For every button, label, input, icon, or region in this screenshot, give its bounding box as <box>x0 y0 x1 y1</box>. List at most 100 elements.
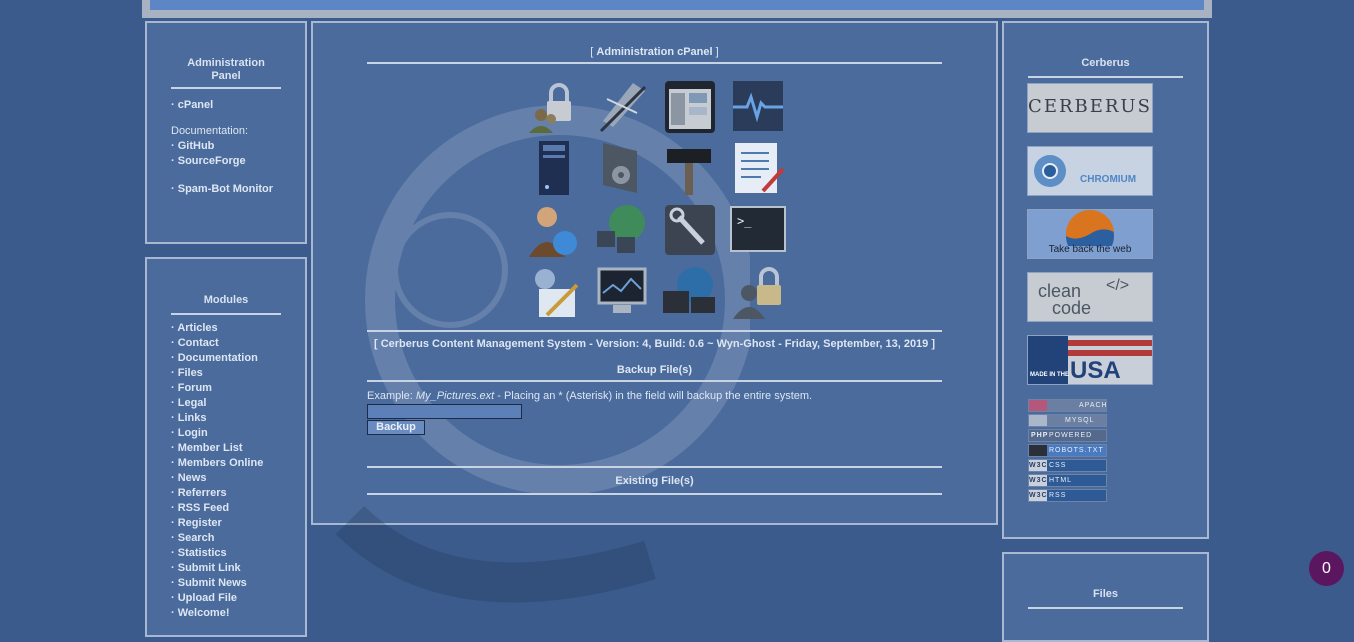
module-link[interactable]: Welcome! <box>178 607 230 619</box>
module-legal[interactable]: · Legal <box>171 396 263 411</box>
wrench-icon[interactable] <box>656 199 724 261</box>
doc-link-sourceforge[interactable]: · SourceForge <box>171 154 246 169</box>
module-submit-link[interactable]: · Submit Link <box>171 561 263 576</box>
backup-button[interactable]: Backup <box>367 420 425 435</box>
clean-code-banner[interactable]: clean code </> <box>1027 272 1153 322</box>
users-lock-icon[interactable] <box>520 75 588 137</box>
php-badge[interactable]: PHP POWERED <box>1028 429 1107 442</box>
module-link[interactable]: Register <box>178 517 222 529</box>
files-panel: Files <box>1002 552 1209 642</box>
cerberus-banner-text: CERBERUS <box>1028 96 1152 117</box>
usa-stripe <box>1068 340 1152 346</box>
settings-folder-icon[interactable] <box>588 137 656 199</box>
mysql-badge[interactable]: MYSQL <box>1028 414 1107 427</box>
module-news[interactable]: · News <box>171 471 263 486</box>
firefox-banner-text: Take back the web <box>1048 244 1132 255</box>
module-link[interactable]: Forum <box>178 382 212 394</box>
clean-code-word2: code <box>1052 298 1092 318</box>
cpanel-header: [ Administration cPanel ] <box>367 46 942 64</box>
user-edit-icon[interactable] <box>520 261 588 323</box>
admin-links: · cPanel <box>171 98 213 113</box>
user-lock-icon[interactable] <box>724 261 792 323</box>
usa-stripe <box>1068 350 1152 356</box>
module-documentation[interactable]: · Documentation <box>171 351 263 366</box>
quill-pen-icon[interactable] <box>588 75 656 137</box>
module-upload-file[interactable]: · Upload File <box>171 591 263 606</box>
module-statistics[interactable]: · Statistics <box>171 546 263 561</box>
module-members-online[interactable]: · Members Online <box>171 456 263 471</box>
cpanel-header-title: Administration cPanel <box>596 46 713 58</box>
badge-label: RSS <box>1049 492 1067 499</box>
badge-label: POWERED <box>1049 432 1093 439</box>
module-search[interactable]: · Search <box>171 531 263 546</box>
clean-code-text: clean code <box>1038 282 1092 318</box>
spam-bot-monitor-link[interactable]: Spam-Bot Monitor <box>178 183 273 195</box>
module-register[interactable]: · Register <box>171 516 263 531</box>
github-link[interactable]: GitHub <box>178 140 215 152</box>
module-link[interactable]: Files <box>178 367 203 379</box>
made-in-usa-banner[interactable]: MADE IN THE USA <box>1027 335 1153 385</box>
activity-monitor-icon[interactable] <box>724 75 792 137</box>
module-link[interactable]: Documentation <box>178 352 258 364</box>
module-link[interactable]: Legal <box>178 397 207 409</box>
module-link[interactable]: Members Online <box>178 457 264 469</box>
module-link[interactable]: Upload File <box>178 592 237 604</box>
module-submit-news[interactable]: · Submit News <box>171 576 263 591</box>
text-document-icon[interactable] <box>724 137 792 199</box>
doc-link-github[interactable]: · GitHub <box>171 139 246 154</box>
modules-title: Modules <box>171 294 281 315</box>
module-link[interactable]: Login <box>178 427 208 439</box>
apache-feather-icon <box>1029 400 1047 411</box>
module-member-list[interactable]: · Member List <box>171 441 263 456</box>
module-link[interactable]: Submit Link <box>178 562 241 574</box>
module-link[interactable]: Links <box>178 412 207 424</box>
module-links[interactable]: · Links <box>171 411 263 426</box>
chromium-banner[interactable]: CHROMIUM <box>1027 146 1153 196</box>
module-link[interactable]: Contact <box>178 337 219 349</box>
terminal-icon[interactable]: >_ <box>724 199 792 261</box>
module-rss-feed[interactable]: · RSS Feed <box>171 501 263 516</box>
w3c-css-badge[interactable]: W3C CSS <box>1028 459 1107 472</box>
admin-link-cpanel[interactable]: · cPanel <box>171 98 213 113</box>
modules-panel: Modules · Articles · Contact · Documenta… <box>145 257 307 637</box>
module-link[interactable]: Submit News <box>178 577 247 589</box>
backup-filename-input[interactable] <box>367 404 522 419</box>
hammer-icon[interactable] <box>656 137 724 199</box>
w3c-html-badge[interactable]: W3C HTML <box>1028 474 1107 487</box>
module-files[interactable]: · Files <box>171 366 263 381</box>
cerberus-banner[interactable]: CERBERUS <box>1027 83 1153 133</box>
network-globe-icon[interactable] <box>588 199 656 261</box>
admin-panel-title-line1: Administration <box>187 57 265 69</box>
module-link[interactable]: News <box>178 472 207 484</box>
sourceforge-link[interactable]: SourceForge <box>178 155 246 167</box>
firefox-banner[interactable]: Take back the web <box>1027 209 1153 259</box>
w3c-tag: W3C <box>1029 460 1048 471</box>
module-contact[interactable]: · Contact <box>171 336 263 351</box>
devices-globe-icon[interactable] <box>656 261 724 323</box>
module-link[interactable]: Articles <box>177 322 217 334</box>
example-suffix: - Placing an * (Asterisk) in the field w… <box>494 390 813 402</box>
module-link[interactable]: Search <box>178 532 215 544</box>
module-referrers[interactable]: · Referrers <box>171 486 263 501</box>
firefox-logo-icon <box>1065 210 1114 246</box>
module-link[interactable]: Member List <box>178 442 243 454</box>
module-link[interactable]: Referrers <box>178 487 227 499</box>
notification-counter-button[interactable]: 0 <box>1309 551 1344 586</box>
w3c-rss-badge[interactable]: W3C RSS <box>1028 489 1107 502</box>
spam-bot-monitor-item[interactable]: · Spam-Bot Monitor <box>171 182 273 197</box>
admin-person-icon[interactable] <box>520 199 588 261</box>
module-link[interactable]: Statistics <box>178 547 227 559</box>
cpanel-link[interactable]: cPanel <box>178 99 213 111</box>
apache-badge[interactable]: APACHE <box>1028 399 1107 412</box>
documentation-label: Documentation: <box>171 125 249 137</box>
module-forum[interactable]: · Forum <box>171 381 263 396</box>
app-window-icon[interactable] <box>656 75 724 137</box>
version-info: [ Cerberus Content Management System - V… <box>367 330 942 350</box>
module-link[interactable]: RSS Feed <box>178 502 229 514</box>
robots-badge[interactable]: ROBOTS.TXT <box>1028 444 1107 457</box>
module-login[interactable]: · Login <box>171 426 263 441</box>
server-tower-icon[interactable] <box>520 137 588 199</box>
monitor-screen-icon[interactable] <box>588 261 656 323</box>
module-articles[interactable]: · Articles <box>171 321 263 336</box>
cpanel-icon-grid: >_ <box>520 75 792 323</box>
